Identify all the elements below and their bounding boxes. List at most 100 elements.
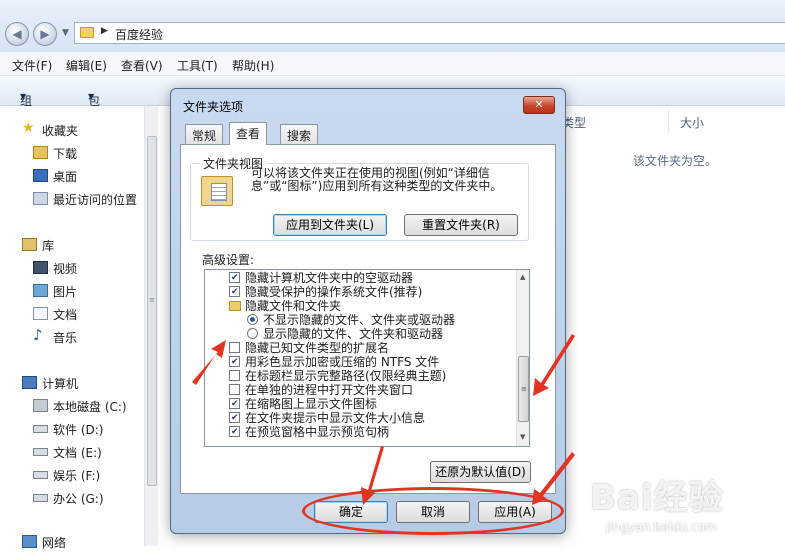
cancel-button[interactable]: 取消 <box>396 501 470 523</box>
nav-music-label: 音乐 <box>53 331 78 345</box>
document-icon <box>33 307 48 320</box>
nav-pictures-label: 图片 <box>53 285 78 299</box>
empty-folder-message: 该文件夹为空。 <box>633 154 718 168</box>
checkbox[interactable] <box>229 271 240 285</box>
reset-folders-button[interactable]: 重置文件夹(R) <box>404 214 518 236</box>
drive-icon <box>33 425 48 433</box>
apply-button[interactable]: 应用(A) <box>478 501 552 523</box>
setting-label: 在缩略图上显示文件图标 <box>245 397 378 411</box>
setting-label: 隐藏已知文件类型的扩展名 <box>245 341 390 355</box>
library-icon <box>22 238 37 251</box>
nav-drive-c-label: 本地磁盘 (C:) <box>53 400 127 414</box>
nav-documents-label: 文档 <box>53 308 78 322</box>
setting-label: 不显示隐藏的文件、文件夹或驱动器 <box>263 313 456 327</box>
checkbox[interactable] <box>229 397 240 411</box>
baidu-watermark-logo: Bai经验 <box>590 478 724 518</box>
navigation-scrollbar[interactable]: ≡ <box>144 106 158 546</box>
picture-icon <box>33 284 48 297</box>
menu-view[interactable]: 查看(V) <box>121 57 163 74</box>
system-drive-icon <box>33 399 48 412</box>
nav-drive-d-label: 软件 (D:) <box>53 423 104 437</box>
scroll-up-icon[interactable]: ▲ <box>520 273 525 281</box>
tab-view[interactable]: 查看 <box>229 122 268 145</box>
nav-computer-label: 计算机 <box>42 377 79 391</box>
drive-icon <box>33 448 48 456</box>
checkbox[interactable] <box>229 411 240 425</box>
setting-label: 在标题栏显示完整路径(仅限经典主题) <box>245 369 447 383</box>
setting-label: 隐藏计算机文件夹中的空驱动器 <box>245 271 414 285</box>
drive-icon <box>33 494 48 502</box>
setting-label: 在文件夹提示中显示文件大小信息 <box>245 411 426 425</box>
apply-to-folders-button[interactable]: 应用到文件夹(L) <box>273 214 387 236</box>
address-bar[interactable]: ▶ 百度经验 <box>74 22 785 44</box>
column-size[interactable]: 大小 <box>680 114 704 131</box>
scroll-grip-icon: ≡ <box>521 385 527 393</box>
menu-edit[interactable]: 编辑(E) <box>66 57 107 74</box>
setting-label: 在预览窗格中显示预览句柄 <box>245 425 390 439</box>
column-separator <box>668 110 669 132</box>
menu-tools[interactable]: 工具(T) <box>177 57 218 74</box>
setting-label: 用彩色显示加密或压缩的 NTFS 文件 <box>245 355 440 369</box>
advanced-settings-scrollbar[interactable]: ▲ ≡ ▼ <box>516 270 529 446</box>
advanced-settings-label: 高级设置: <box>202 253 255 267</box>
desktop-icon <box>33 169 48 182</box>
downloads-folder-icon <box>33 146 48 159</box>
address-row: ◀ ▶ ▼ ▶ 百度经验 <box>0 0 785 52</box>
advanced-settings-list: 隐藏计算机文件夹中的空驱动器 隐藏受保护的操作系统文件(推荐) 隐藏文件和文件夹… <box>204 269 530 447</box>
checkbox[interactable] <box>229 425 240 439</box>
scroll-grip-icon: ≡ <box>149 296 155 304</box>
radio-button[interactable] <box>247 314 258 325</box>
setting-label: 在单独的进程中打开文件夹窗口 <box>245 383 414 397</box>
scrollbar-thumb[interactable] <box>147 136 157 486</box>
nav-drive-f-label: 娱乐 (F:) <box>53 469 101 483</box>
close-icon: ✕ <box>534 98 544 111</box>
music-note-icon: ♪ <box>33 326 43 344</box>
recent-places-icon <box>33 192 48 205</box>
tab-general[interactable]: 常规 <box>185 124 224 144</box>
checkbox[interactable] <box>229 370 240 381</box>
restore-defaults-button[interactable]: 还原为默认值(D) <box>430 461 531 483</box>
folder-views-description: 可以将该文件夹正在使用的视图(例如“详细信息”或“图标”)应用到所有这种类型的文… <box>251 166 503 193</box>
star-icon: ★ <box>22 120 35 136</box>
nav-desktop-label: 桌面 <box>53 170 78 184</box>
drive-icon <box>33 471 48 479</box>
address-path: 百度经验 <box>115 28 164 42</box>
network-icon <box>22 535 37 548</box>
nav-network-label: 网络 <box>42 536 67 550</box>
close-button[interactable]: ✕ <box>523 96 555 114</box>
folder-options-dialog: 文件夹选项 ✕ 常规 查看 搜索 文件夹视图 可以将该文件夹正在使用的视图(例如… <box>170 88 566 534</box>
setting-label: 显示隐藏的文件、文件夹和驱动器 <box>263 327 444 341</box>
watermark-url: jingyan.baidu.com <box>606 520 717 534</box>
forward-button[interactable]: ▶ <box>33 22 57 46</box>
navigation-pane: ★ 收藏夹 下载 桌面 最近访问的位置 库 视频 图片 文档 ♪ 音乐 计算机 … <box>0 106 158 550</box>
checkbox[interactable] <box>229 355 240 369</box>
nav-recent-places-label: 最近访问的位置 <box>53 193 138 207</box>
radio-button[interactable] <box>247 328 258 339</box>
dialog-title: 文件夹选项 <box>183 100 244 114</box>
scrollbar-thumb[interactable]: ≡ <box>518 356 529 422</box>
menu-file[interactable]: 文件(F) <box>12 57 52 74</box>
checkbox[interactable] <box>229 342 240 353</box>
folder-icon <box>229 301 241 311</box>
chevron-down-icon: ▼ <box>88 92 95 101</box>
tab-search[interactable]: 搜索 <box>280 124 319 144</box>
folder-icon <box>80 27 94 38</box>
back-arrow-icon: ◀ <box>12 27 22 41</box>
recent-pages-dropdown-icon[interactable]: ▼ <box>62 28 69 38</box>
nav-favorites-label: 收藏夹 <box>42 124 79 138</box>
folder-view-icon <box>201 176 233 206</box>
menu-bar: 文件(F) 编辑(E) 查看(V) 工具(T) 帮助(H) <box>0 52 785 76</box>
ok-button[interactable]: 确定 <box>314 501 388 523</box>
folder-views-group: 文件夹视图 可以将该文件夹正在使用的视图(例如“详细信息”或“图标”)应用到所有… <box>190 155 529 241</box>
forward-arrow-icon: ▶ <box>40 27 50 41</box>
chevron-down-icon: ▼ <box>20 92 27 101</box>
checkbox[interactable] <box>229 384 240 395</box>
scroll-down-icon[interactable]: ▼ <box>520 433 525 441</box>
checkbox[interactable] <box>229 285 240 299</box>
breadcrumb-arrow-icon[interactable]: ▶ <box>101 26 108 36</box>
nav-drive-g-label: 办公 (G:) <box>53 492 104 506</box>
menu-help[interactable]: 帮助(H) <box>232 57 274 74</box>
nav-videos-label: 视频 <box>53 262 78 276</box>
back-button[interactable]: ◀ <box>5 22 29 46</box>
setting-label: 隐藏文件和文件夹 <box>245 299 342 313</box>
